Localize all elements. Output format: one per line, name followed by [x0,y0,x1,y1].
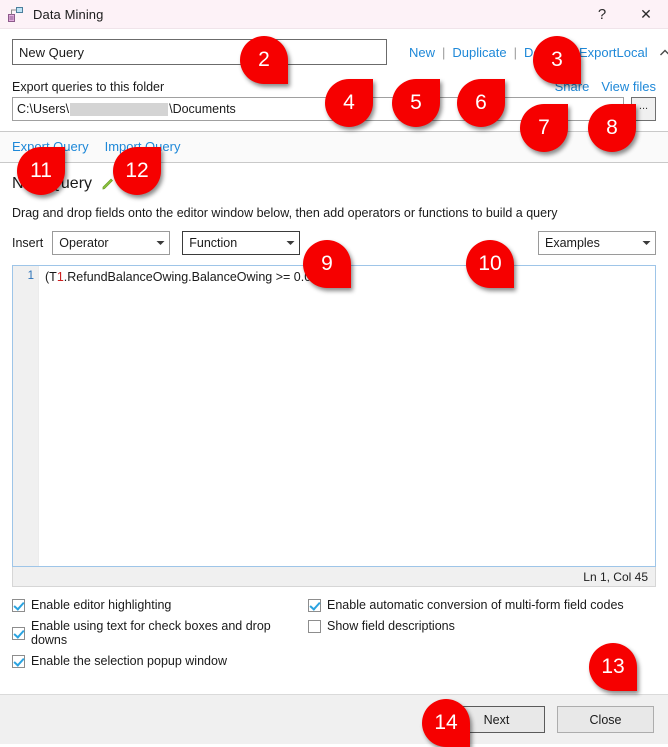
delete-query-link[interactable]: Delete [524,45,562,60]
export-folder-section: Export queries to this folder Share View… [0,73,668,131]
browse-folder-button[interactable]: ... [631,97,656,121]
local-scope-link[interactable]: Local [617,45,648,60]
code-body: .RefundBalanceOwing.BalanceOwing >= 0.00… [63,270,323,284]
builder-hint-text: Drag and drop fields onto the editor win… [12,206,558,220]
export-folder-label: Export queries to this folder [12,79,165,94]
query-action-links: New | Duplicate | Delete | Export [409,45,617,60]
close-icon[interactable]: ✕ [624,0,668,28]
close-button[interactable]: Close [557,706,654,733]
function-dropdown[interactable]: Function [182,231,301,255]
chevron-down-icon [151,240,169,246]
scope-area: Local [617,45,668,60]
checkbox-icon[interactable] [12,626,25,640]
link-separator-3: | [568,44,572,60]
query-name-input[interactable] [12,39,387,65]
checkbox-icon[interactable] [308,598,321,612]
chevron-down-icon [637,240,655,246]
help-button[interactable]: ? [580,0,624,28]
folder-links: Share View files [555,79,656,94]
chevron-down-icon [281,240,299,246]
import-query-file-link[interactable]: Import Query [105,139,181,154]
dialog-footer: Next Close [0,694,668,744]
new-query-link[interactable]: New [409,45,435,60]
export-folder-path-row: C:\Users\ \Documents ... [12,97,656,121]
editor-code-line[interactable]: (T1.RefundBalanceOwing.BalanceOwing >= 0… [39,266,655,566]
operator-dropdown[interactable]: Operator [52,231,171,255]
data-mining-icon [7,6,25,24]
export-query-file-link[interactable]: Export Query [12,139,89,154]
option-label: Show field descriptions [327,619,455,633]
code-prefix: (T [45,270,57,284]
window-title: Data Mining [33,6,104,22]
title-bar: Data Mining ? ✕ [0,0,668,29]
function-dropdown-value: Function [189,236,238,250]
checkbox-icon[interactable] [308,619,321,633]
insert-row: Insert Operator Function Examples [0,220,668,255]
operator-dropdown-value: Operator [59,236,109,250]
checkbox-icon[interactable] [12,654,25,668]
options-column-left: Enable editor highlighting Enable using … [12,598,308,668]
link-separator-2: | [513,44,517,60]
query-editor[interactable]: 1 (T1.RefundBalanceOwing.BalanceOwing >=… [12,265,656,567]
checkbox-icon[interactable] [12,598,25,612]
examples-dropdown-value: Examples [545,236,600,250]
option-show-field-descriptions[interactable]: Show field descriptions [308,619,656,633]
option-label: Enable automatic conversion of multi-for… [327,598,624,612]
editor-status-bar: Ln 1, Col 45 [12,567,656,587]
insert-label: Insert [12,236,44,250]
option-label: Enable editor highlighting [31,598,172,612]
option-label: Enable using text for check boxes and dr… [31,619,271,647]
export-folder-path-input[interactable]: C:\Users\ \Documents [12,97,624,121]
path-prefix: C:\Users\ [17,102,70,116]
editor-line-numbers: 1 [13,266,39,566]
redacted-username [70,102,169,116]
share-link[interactable]: Share [555,79,590,94]
pencil-icon[interactable] [100,176,116,192]
options-column-right: Enable automatic conversion of multi-for… [308,598,656,668]
chevron-up-icon[interactable] [658,46,668,60]
examples-dropdown[interactable]: Examples [538,231,656,255]
export-query-link[interactable]: Export [579,45,617,60]
export-folder-label-row: Export queries to this folder Share View… [12,79,656,94]
path-suffix: \Documents [169,102,236,116]
cursor-position: Ln 1, Col 45 [583,569,648,584]
query-selector-section: New | Duplicate | Delete | Export Local [0,29,668,73]
option-enable-multiform-conversion[interactable]: Enable automatic conversion of multi-for… [308,598,656,612]
option-enable-selection-popup[interactable]: Enable the selection popup window [12,654,308,668]
options-section: Enable editor highlighting Enable using … [12,598,656,668]
link-separator-1: | [442,44,446,60]
transfer-links-section: Export Query Import Query [0,132,668,162]
option-enable-editor-highlighting[interactable]: Enable editor highlighting [12,598,308,612]
duplicate-query-link[interactable]: Duplicate [452,45,506,60]
next-button[interactable]: Next [448,706,545,733]
query-selector-row: New | Duplicate | Delete | Export Local [12,39,668,65]
option-enable-text-for-checkboxes[interactable]: Enable using text for check boxes and dr… [12,619,308,647]
query-header: New Query [0,163,668,193]
page-title: New Query [12,175,93,192]
view-files-link[interactable]: View files [601,79,656,94]
code-table-number: 1 [56,270,64,284]
option-label: Enable the selection popup window [31,654,227,668]
